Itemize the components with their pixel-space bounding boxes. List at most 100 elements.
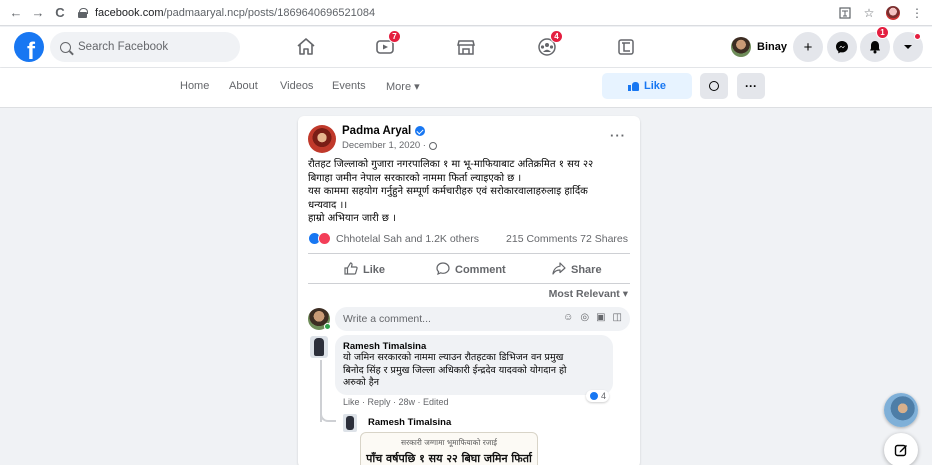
reply-avatar[interactable]	[343, 414, 357, 432]
forward-icon[interactable]: →	[30, 5, 46, 21]
comment-label: Comment	[455, 264, 506, 276]
new-message-icon[interactable]	[884, 433, 918, 465]
page-nav-more[interactable]: More ▾	[386, 80, 420, 93]
camera-icon[interactable]: ◎	[580, 312, 589, 323]
lock-icon	[78, 7, 88, 18]
reload-icon[interactable]: C	[52, 5, 68, 21]
profile-chip[interactable]: Binay	[728, 32, 793, 62]
menu-alert-dot	[914, 33, 921, 40]
post-author[interactable]: Padma Aryal	[342, 125, 426, 137]
post-options-icon[interactable]: ···	[610, 128, 626, 143]
like-label: Like	[363, 264, 386, 276]
search-icon	[709, 81, 719, 91]
share-button[interactable]: Share	[552, 259, 602, 281]
post-card: Padma Aryal December 1, 2020 · ··· रौतहट…	[298, 116, 640, 465]
share-arrow-icon	[552, 262, 566, 278]
comment-bubble-icon	[436, 262, 450, 278]
image-caption-small: सरकारी जग्गामा भूमाफियाको रजाई	[401, 438, 497, 447]
commenter-avatar[interactable]	[310, 336, 328, 358]
bookmark-star-icon[interactable]: ☆	[862, 6, 876, 20]
post-line: धन्यवाद ।।	[308, 199, 348, 211]
profile-name: Binay	[757, 41, 787, 53]
comment-author[interactable]: Ramesh Timalsina	[343, 341, 605, 352]
post-body: रौतहट जिल्लाको गुजारा नगरपालिका १ मा भू-…	[308, 158, 630, 226]
author-avatar[interactable]	[308, 125, 336, 153]
sticker-icon[interactable]: ◫	[613, 312, 622, 323]
reply-thread-elbow	[320, 412, 336, 422]
profile-extension-icon[interactable]	[886, 5, 900, 20]
post-line: यस काममा सहयोग गर्नुहुने सम्पूर्ण कर्मचा…	[308, 186, 588, 197]
messenger-icon[interactable]	[827, 32, 857, 62]
comment-placeholder: Write a comment...	[343, 313, 431, 325]
browser-toolbar: ← → C facebook.com/padmaaryal.ncp/posts/…	[0, 0, 932, 26]
comment-reaction-number: 4	[601, 391, 607, 401]
account-menu-chevron-icon[interactable]	[893, 32, 923, 62]
post-line: हाम्रो अभियान जारी छ ।	[308, 213, 396, 224]
verified-badge-icon	[415, 126, 426, 136]
comment-sort-dropdown[interactable]: Most Relevant ▾	[549, 288, 628, 300]
groups-tab-icon[interactable]: 4	[527, 30, 567, 62]
url-path: /padmaaryal.ncp/posts/1869640696521084	[163, 6, 376, 19]
facebook-logo-icon[interactable]: f	[14, 32, 44, 62]
love-reaction-icon	[318, 232, 331, 245]
notifications-badge: 1	[876, 26, 889, 39]
post-date-text: December 1, 2020 ·	[342, 140, 426, 151]
notifications-bell-icon[interactable]: 1	[860, 26, 890, 62]
post-line: बिगाहा जमीन नेपाल सरकारको नाममा फिर्ता ल…	[308, 172, 522, 184]
avatar	[731, 37, 751, 57]
search-icon	[60, 41, 71, 53]
comment-actions[interactable]: Like · Reply · 28w · Edited	[343, 397, 449, 407]
facebook-header: f Search Facebook 7 4 Binay + 1	[0, 26, 932, 67]
page-like-label: Like	[643, 80, 666, 92]
comment-input[interactable]: Write a comment... ☺ ◎ ▣ ◫	[335, 307, 630, 331]
share-label: Share	[571, 264, 602, 276]
reply-author[interactable]: Ramesh Timalsina	[368, 417, 451, 428]
home-tab-icon[interactable]	[286, 32, 326, 62]
comment-share-counts[interactable]: 215 Comments 72 Shares	[506, 233, 628, 245]
post-timestamp[interactable]: December 1, 2020 ·	[342, 140, 437, 151]
create-plus-icon[interactable]: +	[793, 32, 823, 62]
image-headline: पाँच वर्षपछि १ सय २२ बिघा जमिन फिर्ता	[366, 452, 532, 465]
comment-line: अरुको हैन	[343, 377, 380, 388]
back-icon[interactable]: ←	[8, 5, 24, 21]
reaction-summary[interactable]: Chhotelal Sah and 1.2K others	[308, 232, 479, 245]
page-navigation: Home About Videos Events More ▾	[0, 68, 932, 108]
page-nav-videos[interactable]: Videos	[280, 80, 313, 92]
marketplace-tab-icon[interactable]	[446, 32, 486, 62]
search-input[interactable]: Search Facebook	[50, 32, 240, 62]
url-domain: facebook.com	[95, 6, 164, 19]
post-line: रौतहट जिल्लाको गुजारा नगरपालिका १ मा भू-…	[308, 159, 594, 170]
divider	[308, 283, 630, 284]
like-reaction-icon	[589, 391, 599, 401]
comment-line: बिनोद सिंह र प्रमुख जिल्ला अधिकारी ईन्द्…	[343, 364, 567, 376]
groups-badge: 4	[550, 30, 563, 43]
page-search-button[interactable]	[700, 73, 728, 99]
divider	[308, 253, 630, 254]
like-button[interactable]: Like	[344, 259, 385, 281]
online-status-dot	[324, 323, 331, 330]
thumbs-up-outline-icon	[344, 262, 358, 278]
gaming-tab-icon[interactable]	[606, 32, 646, 62]
gif-icon[interactable]: ▣	[596, 312, 605, 323]
page-more-button[interactable]: ···	[737, 73, 765, 99]
comment-input-tools: ☺ ◎ ▣ ◫	[563, 312, 622, 323]
reply-attached-image[interactable]: सरकारी जग्गामा भूमाफियाको रजाई पाँच वर्ष…	[360, 432, 538, 465]
comment-bubble: Ramesh Timalsina यो जमिन सरकारको नाममा ल…	[335, 335, 613, 395]
address-bar[interactable]: facebook.com/padmaaryal.ncp/posts/186964…	[78, 3, 375, 23]
url-text[interactable]: facebook.com/padmaaryal.ncp/posts/186964…	[95, 7, 375, 19]
page-like-button[interactable]: Like	[602, 73, 692, 99]
page-nav-events[interactable]: Events	[332, 80, 366, 92]
watch-tab-icon[interactable]: 7	[365, 30, 405, 62]
comment-reaction-count[interactable]: 4	[586, 390, 610, 402]
comment-line: यो जमिन सरकारको नाममा ल्याउन रौतहटका डिभ…	[343, 352, 564, 363]
post-author-name: Padma Aryal	[342, 125, 412, 137]
contact-avatar-bubble[interactable]	[884, 393, 918, 427]
translate-icon[interactable]	[838, 6, 852, 20]
search-placeholder: Search Facebook	[78, 41, 169, 53]
page-nav-home[interactable]: Home	[180, 80, 209, 92]
browser-menu-icon[interactable]: ⋮	[910, 6, 924, 20]
thumbs-up-icon	[627, 81, 639, 91]
emoji-icon[interactable]: ☺	[563, 312, 573, 323]
comment-button[interactable]: Comment	[436, 259, 506, 281]
page-nav-about[interactable]: About	[229, 80, 258, 92]
